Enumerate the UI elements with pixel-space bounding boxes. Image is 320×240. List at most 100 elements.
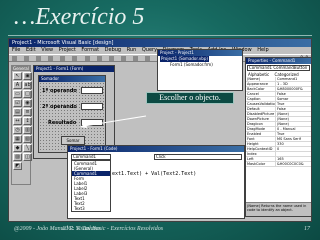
- vb-ide-screenshot: Project1 - Microsoft Visual Basic [desig…: [8, 38, 312, 222]
- find-icon[interactable]: [108, 56, 114, 61]
- commandbutton-tool-icon[interactable]: □: [23, 90, 32, 98]
- property-row[interactable]: MaskColor &H00C0C0C0&: [246, 162, 311, 167]
- menu-run[interactable]: Run: [127, 47, 137, 53]
- save-icon[interactable]: [60, 56, 66, 61]
- property-name: DragMode: [246, 127, 276, 131]
- label-operand-2[interactable]: 2º operando: [42, 104, 77, 110]
- toolbox-panel: General ↖ ▣ A ab ▭ □ ☑ ◉ ▤ ≡ ↔ ↕ ◷ ▥ ▦ ▧…: [11, 65, 32, 185]
- property-value[interactable]: False: [276, 92, 311, 96]
- property-value[interactable]: 165: [276, 157, 311, 161]
- toolbox-title: General: [12, 66, 30, 71]
- textbox-tool-icon[interactable]: ab: [23, 81, 32, 89]
- property-value[interactable]: Somar: [276, 97, 311, 101]
- menu-format[interactable]: Format: [81, 47, 99, 53]
- property-value[interactable]: 1 - 3D: [276, 82, 311, 86]
- image-tool-icon[interactable]: ▨: [13, 153, 22, 161]
- property-value[interactable]: 330: [276, 142, 311, 146]
- label-result[interactable]: Resultado: [48, 120, 76, 126]
- project-form-item[interactable]: Form1 (Somador.frm): [158, 62, 242, 68]
- property-name: DragIcon: [246, 122, 276, 126]
- pointer-tool-icon[interactable]: ↖: [13, 72, 22, 80]
- property-name: CausesValidation: [247, 102, 276, 106]
- dirlist-tool-icon[interactable]: ▦: [13, 135, 22, 143]
- picturebox-tool-icon[interactable]: ▣: [23, 72, 32, 80]
- drivelist-tool-icon[interactable]: ▥: [23, 126, 32, 134]
- line-tool-icon[interactable]: ╲: [23, 144, 32, 152]
- property-value[interactable]: True: [276, 102, 311, 106]
- copy-icon[interactable]: [84, 56, 90, 61]
- property-name: Height: [246, 142, 276, 146]
- menu-file[interactable]: File: [12, 47, 20, 53]
- property-value[interactable]: 0 - Manual: [276, 127, 311, 131]
- property-value[interactable]: MS Sans Serif: [276, 137, 311, 141]
- property-value[interactable]: (None): [276, 112, 311, 116]
- menu-edit[interactable]: Edit: [26, 47, 36, 53]
- page-number: 17: [304, 226, 310, 232]
- listbox-tool-icon[interactable]: ≡: [23, 108, 32, 116]
- new-project-icon[interactable]: [12, 56, 17, 61]
- code-line[interactable]: ext1.Text) + Val(Text2.Text): [112, 171, 196, 177]
- property-name: HelpContextID: [246, 147, 276, 151]
- footer-course: CIC: Visual Basic - Exercícios Resolvido…: [62, 226, 164, 232]
- somar-button[interactable]: Somar: [61, 136, 85, 145]
- instruction-callout: Escolher o objecto.: [146, 92, 234, 104]
- property-value[interactable]: (None): [276, 122, 311, 126]
- ole-tool-icon[interactable]: ◩: [13, 162, 22, 170]
- add-form-icon[interactable]: [24, 56, 30, 61]
- menu-view[interactable]: View: [41, 47, 53, 53]
- property-value[interactable]: Command1: [276, 77, 311, 81]
- property-name: BackColor: [246, 87, 276, 91]
- property-name: MaskColor: [246, 162, 276, 166]
- data-tool-icon[interactable]: ◫: [23, 153, 32, 161]
- redo-icon[interactable]: [132, 56, 138, 61]
- property-value[interactable]: &H8000000F&: [276, 87, 311, 91]
- filelist-tool-icon[interactable]: ▧: [23, 135, 32, 143]
- label-operand-1[interactable]: 1º operando: [42, 88, 77, 94]
- vscroll-tool-icon[interactable]: ↕: [23, 117, 32, 125]
- menu-editor-icon[interactable]: [36, 56, 42, 61]
- frame-tool-icon[interactable]: ▭: [13, 90, 22, 98]
- property-value[interactable]: (None): [276, 117, 311, 121]
- open-icon[interactable]: [48, 56, 54, 61]
- property-value[interactable]: [276, 152, 311, 156]
- textbox-operand-2[interactable]: [81, 103, 103, 110]
- menu-project[interactable]: Project: [59, 47, 76, 53]
- property-value[interactable]: False: [276, 107, 311, 111]
- slide-title: …Exercício 5: [14, 4, 145, 30]
- cut-icon[interactable]: [72, 56, 78, 61]
- code-window: Project1 - Form1 (Code) Command1 Click C…: [67, 145, 245, 219]
- timer-tool-icon[interactable]: ◷: [13, 126, 22, 134]
- property-name: (Name): [246, 77, 276, 81]
- properties-window-title: Properties - Command1: [246, 58, 311, 64]
- property-name: DisabledPicture: [247, 112, 276, 116]
- property-value[interactable]: 0: [276, 147, 311, 151]
- shape-tool-icon[interactable]: ◆: [13, 144, 22, 152]
- checkbox-tool-icon[interactable]: ☑: [13, 99, 22, 107]
- property-value[interactable]: &H00C0C0C0&: [276, 162, 311, 166]
- paste-icon[interactable]: [96, 56, 102, 61]
- slide-footer: @2009 - João Manuel R. S. Tavares CIC: V…: [14, 226, 310, 232]
- hscroll-tool-icon[interactable]: ↔: [13, 117, 22, 125]
- menu-debug[interactable]: Debug: [105, 47, 121, 53]
- property-description: (Name) Returns the name used in code to …: [246, 202, 311, 216]
- property-value[interactable]: True: [276, 132, 311, 136]
- procedure-select[interactable]: Click: [154, 154, 242, 160]
- label-tool-icon[interactable]: A: [13, 81, 22, 89]
- property-name: Cancel: [246, 92, 276, 96]
- ide-title-bar: Project1 - Microsoft Visual Basic [desig…: [9, 39, 311, 47]
- menu-help[interactable]: Help: [257, 47, 268, 53]
- combobox-tool-icon[interactable]: ▤: [13, 108, 22, 116]
- undo-icon[interactable]: [120, 56, 126, 61]
- code-window-title: Project1 - Form1 (Code): [68, 146, 244, 152]
- property-grid: (Name) Command1 Appearance 1 - 3D BackColor &…: [246, 77, 311, 167]
- run-icon[interactable]: [145, 56, 151, 61]
- optionbutton-tool-icon[interactable]: ◉: [23, 99, 32, 107]
- project-explorer-window: Project - Project1 Project1 (Somador.vbp…: [157, 49, 243, 91]
- properties-object-select[interactable]: Command1 CommandButton: [247, 65, 310, 71]
- property-name: Caption: [246, 97, 276, 101]
- menu-query[interactable]: Query: [142, 47, 157, 53]
- property-name: Left: [246, 157, 276, 161]
- textbox-operand-1[interactable]: [81, 87, 103, 94]
- dropdown-item[interactable]: Text3: [72, 206, 110, 211]
- object-dropdown-list: Command1 (General) Command1 Form Label1 Label…: [71, 160, 111, 212]
